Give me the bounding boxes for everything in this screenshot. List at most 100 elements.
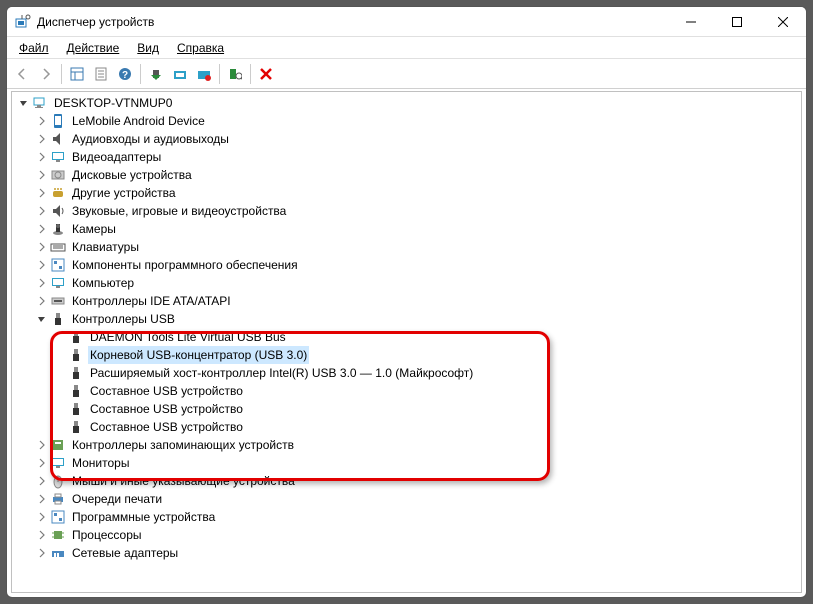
tree-item-label: Контроллеры IDE ATA/ATAPI bbox=[70, 292, 233, 310]
tree-item-label: Сетевые адаптеры bbox=[70, 544, 180, 562]
expand-arrow-icon[interactable] bbox=[36, 529, 48, 541]
tree-item-usb[interactable]: Составное USB устройство bbox=[12, 400, 801, 418]
device-icon bbox=[50, 473, 66, 489]
expand-arrow-icon[interactable] bbox=[36, 151, 48, 163]
expand-arrow-icon[interactable] bbox=[36, 475, 48, 487]
device-tree-panel[interactable]: DESKTOP-VTNMUP0LeMobile Android DeviceАу… bbox=[11, 91, 802, 593]
tree-category[interactable]: Мыши и иные указывающие устройства bbox=[12, 472, 801, 490]
expand-arrow-icon[interactable] bbox=[36, 259, 48, 271]
menu-help[interactable]: Справка bbox=[169, 39, 232, 57]
tree-item-label: Компоненты программного обеспечения bbox=[70, 256, 300, 274]
scan-hardware-button[interactable] bbox=[224, 63, 246, 85]
toolbar: ? bbox=[7, 59, 806, 89]
device-icon bbox=[50, 509, 66, 525]
tree-item-label: Клавиатуры bbox=[70, 238, 141, 256]
help-button[interactable]: ? bbox=[114, 63, 136, 85]
back-button bbox=[11, 63, 33, 85]
tree-item-label: Камеры bbox=[70, 220, 118, 238]
tree-item-usb[interactable]: DAEMON Tools Lite Virtual USB Bus bbox=[12, 328, 801, 346]
device-manager-window: Диспетчер устройств Файл Действие Вид Сп… bbox=[6, 6, 807, 598]
device-icon bbox=[50, 185, 66, 201]
tree-item-label: Очереди печати bbox=[70, 490, 164, 508]
titlebar[interactable]: Диспетчер устройств bbox=[7, 7, 806, 37]
svg-text:?: ? bbox=[122, 70, 128, 81]
tree-category[interactable]: Программные устройства bbox=[12, 508, 801, 526]
remove-button[interactable] bbox=[255, 63, 277, 85]
expand-arrow-icon[interactable] bbox=[36, 205, 48, 217]
show-all-button[interactable] bbox=[66, 63, 88, 85]
tree-item-label: Корневой USB-концентратор (USB 3.0) bbox=[88, 346, 309, 364]
expand-arrow-icon[interactable] bbox=[36, 547, 48, 559]
tree-category[interactable]: Мониторы bbox=[12, 454, 801, 472]
tree-item-usb[interactable]: Составное USB устройство bbox=[12, 382, 801, 400]
expand-arrow-icon[interactable] bbox=[36, 295, 48, 307]
tree-category[interactable]: Дисковые устройства bbox=[12, 166, 801, 184]
tree-item-label: Контроллеры запоминающих устройств bbox=[70, 436, 296, 454]
device-icon bbox=[50, 293, 66, 309]
minimize-button[interactable] bbox=[668, 7, 714, 37]
tree-category[interactable]: Аудиовходы и аудиовыходы bbox=[12, 130, 801, 148]
uninstall-button[interactable] bbox=[169, 63, 191, 85]
tree-item-label: LeMobile Android Device bbox=[70, 112, 207, 130]
tree-category[interactable]: LeMobile Android Device bbox=[12, 112, 801, 130]
device-icon bbox=[50, 311, 66, 327]
device-icon bbox=[68, 347, 84, 363]
device-icon bbox=[50, 527, 66, 543]
tree-item-usb[interactable]: Корневой USB-концентратор (USB 3.0) bbox=[12, 346, 801, 364]
close-button[interactable] bbox=[760, 7, 806, 37]
device-icon bbox=[68, 383, 84, 399]
expand-arrow-icon[interactable] bbox=[18, 97, 30, 109]
tree-category[interactable]: Звуковые, игровые и видеоустройства bbox=[12, 202, 801, 220]
tree-category[interactable]: Компьютер bbox=[12, 274, 801, 292]
device-icon bbox=[50, 167, 66, 183]
update-driver-button[interactable] bbox=[145, 63, 167, 85]
tree-category[interactable]: Компоненты программного обеспечения bbox=[12, 256, 801, 274]
tree-category[interactable]: Камеры bbox=[12, 220, 801, 238]
tree-item-label: Программные устройства bbox=[70, 508, 217, 526]
tree-category[interactable]: Клавиатуры bbox=[12, 238, 801, 256]
tree-item-label: Видеоадаптеры bbox=[70, 148, 163, 166]
device-icon bbox=[50, 257, 66, 273]
device-icon bbox=[68, 401, 84, 417]
expand-arrow-icon[interactable] bbox=[36, 439, 48, 451]
tree-category[interactable]: Процессоры bbox=[12, 526, 801, 544]
expand-arrow-icon[interactable] bbox=[36, 187, 48, 199]
expand-arrow-icon[interactable] bbox=[36, 511, 48, 523]
tree-category[interactable]: Другие устройства bbox=[12, 184, 801, 202]
device-icon bbox=[50, 113, 66, 129]
menu-file[interactable]: Файл bbox=[11, 39, 57, 57]
expand-arrow-icon[interactable] bbox=[36, 241, 48, 253]
maximize-button[interactable] bbox=[714, 7, 760, 37]
properties-button[interactable] bbox=[90, 63, 112, 85]
tree-item-label: Другие устройства bbox=[70, 184, 178, 202]
tree-item-label: Компьютер bbox=[70, 274, 136, 292]
device-icon bbox=[50, 275, 66, 291]
menu-view[interactable]: Вид bbox=[129, 39, 167, 57]
tree-item-usb[interactable]: Составное USB устройство bbox=[12, 418, 801, 436]
device-icon bbox=[68, 365, 84, 381]
expand-arrow-icon[interactable] bbox=[36, 169, 48, 181]
expand-arrow-icon[interactable] bbox=[36, 133, 48, 145]
disable-button[interactable] bbox=[193, 63, 215, 85]
tree-category[interactable]: Контроллеры IDE ATA/ATAPI bbox=[12, 292, 801, 310]
tree-item-usb[interactable]: Расширяемый хост-контроллер Intel(R) USB… bbox=[12, 364, 801, 382]
tree-item-label: Мыши и иные указывающие устройства bbox=[70, 472, 297, 490]
tree-item-label: Мониторы bbox=[70, 454, 131, 472]
window-title: Диспетчер устройств bbox=[37, 15, 154, 29]
expand-arrow-icon[interactable] bbox=[36, 223, 48, 235]
expand-arrow-icon[interactable] bbox=[36, 115, 48, 127]
device-icon bbox=[50, 221, 66, 237]
tree-category[interactable]: Очереди печати bbox=[12, 490, 801, 508]
expand-arrow-icon[interactable] bbox=[36, 313, 48, 325]
tree-category[interactable]: Видеоадаптеры bbox=[12, 148, 801, 166]
device-icon bbox=[50, 455, 66, 471]
tree-category-usb[interactable]: Контроллеры USB bbox=[12, 310, 801, 328]
expand-arrow-icon[interactable] bbox=[36, 457, 48, 469]
tree-category[interactable]: Контроллеры запоминающих устройств bbox=[12, 436, 801, 454]
device-icon bbox=[50, 545, 66, 561]
menu-action[interactable]: Действие bbox=[59, 39, 128, 57]
tree-category[interactable]: Сетевые адаптеры bbox=[12, 544, 801, 562]
expand-arrow-icon[interactable] bbox=[36, 277, 48, 289]
tree-root[interactable]: DESKTOP-VTNMUP0 bbox=[12, 94, 801, 112]
expand-arrow-icon[interactable] bbox=[36, 493, 48, 505]
